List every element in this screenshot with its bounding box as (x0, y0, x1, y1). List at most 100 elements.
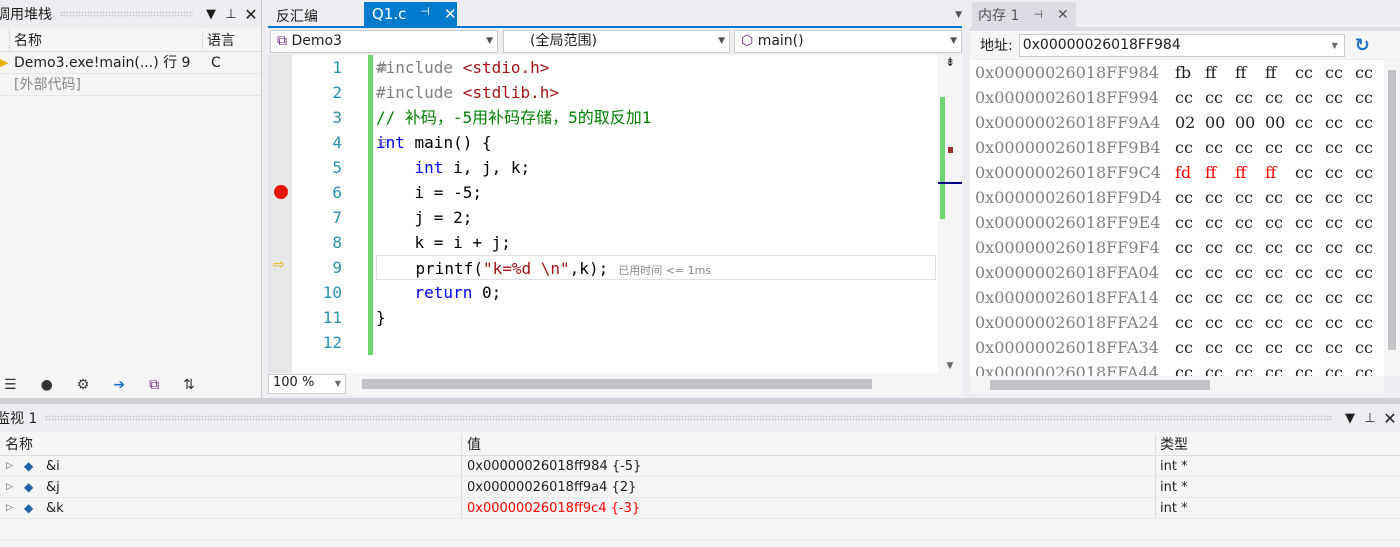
memory-byte[interactable]: ff (1205, 160, 1235, 185)
memory-byte[interactable]: cc (1205, 360, 1235, 376)
pin-icon[interactable]: ⊣ (420, 5, 430, 25)
memory-byte[interactable]: cc (1265, 285, 1295, 310)
memory-byte[interactable]: cc (1295, 360, 1325, 376)
memory-byte[interactable]: cc (1235, 85, 1265, 110)
pin-icon[interactable]: ⊥ (1360, 411, 1380, 426)
breakpoints-tab-icon[interactable]: ● (41, 377, 53, 393)
split-icon[interactable]: ⇟ (938, 55, 962, 69)
memory-byte[interactable]: cc (1235, 135, 1265, 160)
close-icon[interactable]: ✕ (1380, 409, 1400, 428)
address-input[interactable]: 0x00000026018FF984 ▼ (1018, 33, 1345, 57)
memory-hscroll[interactable] (970, 376, 1384, 394)
memory-byte[interactable]: cc (1175, 360, 1205, 376)
memory-byte[interactable]: cc (1265, 210, 1295, 235)
memory-byte[interactable]: cc (1235, 335, 1265, 360)
watch-value[interactable]: 0x00000026018ff9c4 {-3} (462, 498, 1156, 518)
memory-byte[interactable]: cc (1295, 110, 1325, 135)
memory-byte[interactable]: cc (1175, 210, 1205, 235)
memory-tab[interactable]: 内存 1 ⊣ ✕ (972, 2, 1076, 27)
memory-byte[interactable]: cc (1205, 310, 1235, 335)
memory-byte[interactable]: cc (1265, 360, 1295, 376)
col-name[interactable]: 名称 (0, 433, 462, 454)
memory-byte[interactable]: cc (1295, 85, 1325, 110)
watch-row[interactable]: ▷ ◆ &k 0x00000026018ff9c4 {-3} int * (0, 498, 1400, 519)
col-name[interactable]: 名称 (10, 29, 203, 50)
refresh-icon[interactable]: ↻ (1355, 35, 1370, 56)
memory-byte[interactable]: cc (1325, 85, 1355, 110)
memory-byte[interactable]: cc (1355, 185, 1384, 210)
memory-byte[interactable]: cc (1265, 260, 1295, 285)
tab-overflow-icon[interactable]: ▼ (955, 2, 962, 28)
call-stack-tab-icon[interactable]: ☰ (4, 377, 17, 393)
memory-byte[interactable]: cc (1265, 135, 1295, 160)
memory-byte[interactable]: cc (1295, 260, 1325, 285)
memory-byte[interactable]: 02 (1175, 110, 1205, 135)
tab-disassembly[interactable]: 反汇编 (268, 2, 326, 28)
memory-byte[interactable]: fb (1175, 60, 1205, 85)
watch-row[interactable]: ▷ ◆ &i 0x00000026018ff984 {-5} int * (0, 456, 1400, 477)
memory-byte[interactable]: cc (1355, 285, 1384, 310)
memory-byte[interactable]: cc (1175, 135, 1205, 160)
memory-byte[interactable]: ff (1235, 60, 1265, 85)
function-combo[interactable]: ⬡ main() ▼ (734, 30, 962, 53)
outline-collapse-icon[interactable]: ⊟ (378, 61, 387, 74)
memory-byte[interactable]: cc (1265, 335, 1295, 360)
dropdown-icon[interactable]: ▼ (201, 7, 221, 22)
memory-byte[interactable]: cc (1325, 260, 1355, 285)
memory-byte[interactable]: cc (1265, 310, 1295, 335)
memory-byte[interactable]: cc (1205, 210, 1235, 235)
vertical-scrollbar[interactable]: ⇟ ▼ (938, 55, 962, 373)
panel-grip[interactable] (45, 415, 1332, 421)
outline-collapse-icon[interactable]: ⊟ (378, 136, 387, 149)
call-stack-row[interactable]: ▶ Demo3.exe!main(...) 行 9 C (0, 52, 261, 74)
exception-settings-icon[interactable]: ⚙ (77, 377, 90, 393)
memory-vscroll[interactable] (1384, 60, 1400, 376)
memory-byte[interactable]: cc (1325, 360, 1355, 376)
watch-value[interactable]: 0x00000026018ff984 {-5} (462, 456, 1156, 476)
memory-byte[interactable]: cc (1205, 335, 1235, 360)
memory-byte[interactable]: cc (1295, 160, 1325, 185)
expand-icon[interactable]: ▷ (0, 456, 24, 477)
col-value[interactable]: 值 (462, 433, 1156, 454)
memory-byte[interactable]: cc (1175, 235, 1205, 260)
col-type[interactable]: 类型 (1156, 434, 1188, 454)
memory-byte[interactable]: cc (1205, 260, 1235, 285)
zoom-combo[interactable]: 100 % ▼ (268, 374, 346, 394)
watch-value[interactable]: 0x00000026018ff9a4 {2} (462, 477, 1156, 497)
dropdown-icon[interactable]: ▼ (1340, 411, 1360, 426)
panel-grip[interactable] (60, 11, 193, 17)
memory-byte[interactable]: cc (1235, 360, 1265, 376)
memory-byte[interactable]: cc (1325, 60, 1355, 85)
memory-byte[interactable]: cc (1205, 85, 1235, 110)
memory-byte[interactable]: cc (1235, 310, 1265, 335)
memory-byte[interactable]: cc (1175, 185, 1205, 210)
memory-byte[interactable]: cc (1175, 310, 1205, 335)
tab-q1c[interactable]: Q1.c ⊣ ✕ (364, 2, 457, 28)
memory-byte[interactable]: ff (1265, 60, 1295, 85)
memory-byte[interactable]: cc (1355, 260, 1384, 285)
memory-byte[interactable]: cc (1295, 285, 1325, 310)
memory-byte[interactable]: cc (1295, 185, 1325, 210)
memory-byte[interactable]: 00 (1205, 110, 1235, 135)
memory-byte[interactable]: ff (1205, 60, 1235, 85)
memory-byte[interactable]: cc (1325, 235, 1355, 260)
memory-byte[interactable]: cc (1295, 210, 1325, 235)
output-icon[interactable]: ➔ (113, 377, 125, 393)
vs-window-icon[interactable]: ⧉ (149, 377, 159, 393)
project-combo[interactable]: ⧉ Demo3 ▼ (270, 30, 498, 53)
glyph-margin[interactable] (268, 55, 292, 373)
memory-byte[interactable]: cc (1325, 160, 1355, 185)
memory-byte[interactable]: cc (1175, 335, 1205, 360)
memory-byte[interactable]: cc (1355, 335, 1384, 360)
memory-byte[interactable]: cc (1295, 60, 1325, 85)
pin-icon[interactable]: ⊣ (1033, 8, 1043, 21)
close-icon[interactable]: ✕ (1057, 7, 1069, 23)
memory-byte[interactable]: cc (1205, 135, 1235, 160)
memory-byte[interactable]: cc (1265, 235, 1295, 260)
expand-icon[interactable]: ▷ (0, 498, 24, 519)
memory-grid[interactable]: 0x00000026018FF984 fb ff ff ff cc cc cc 0x000000… (970, 60, 1384, 376)
memory-byte[interactable]: cc (1325, 135, 1355, 160)
memory-byte[interactable]: cc (1175, 260, 1205, 285)
memory-byte[interactable]: cc (1355, 235, 1384, 260)
memory-byte[interactable]: cc (1355, 135, 1384, 160)
